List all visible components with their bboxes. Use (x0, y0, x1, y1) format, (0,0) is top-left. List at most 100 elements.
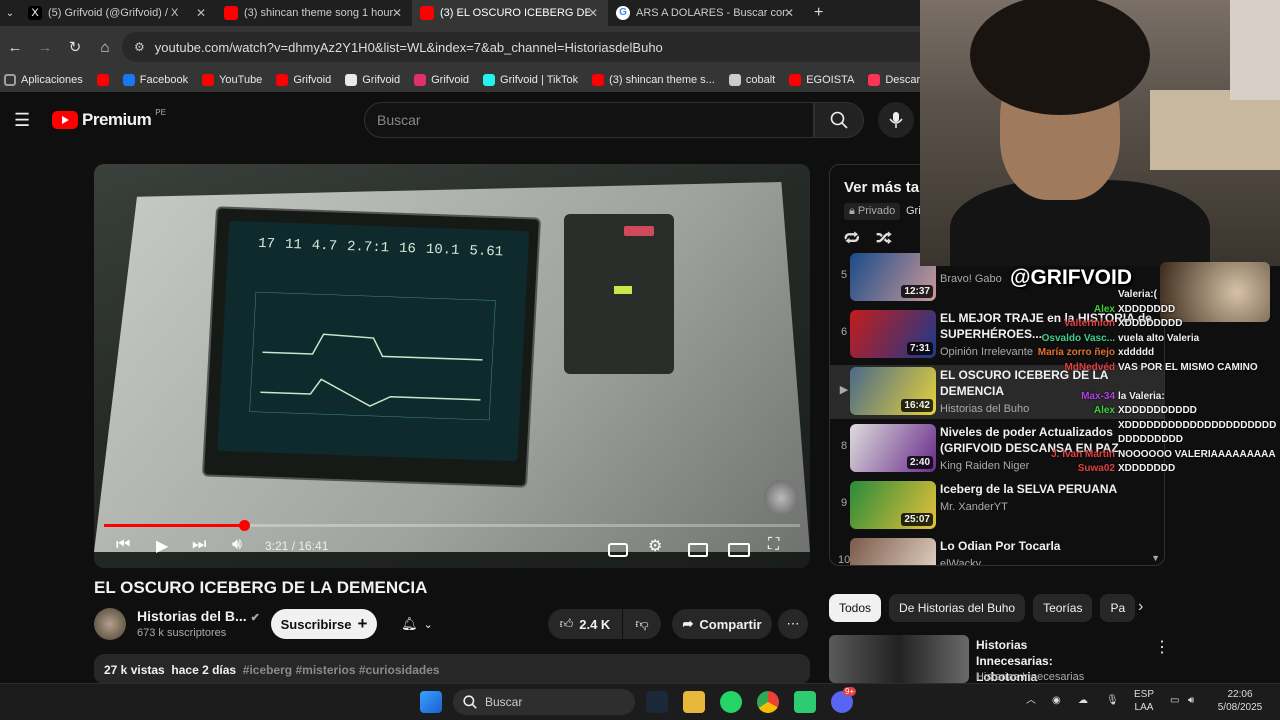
scroll-down-icon[interactable]: ▼ (1151, 553, 1160, 563)
steam-icon[interactable] (646, 691, 668, 713)
theater-mode-icon[interactable] (728, 543, 750, 557)
x-icon: X (28, 6, 42, 20)
shuffle-icon[interactable]: 🔀︎ (876, 227, 892, 250)
description-box[interactable]: 27 k vistas hace 2 días #iceberg #mister… (94, 654, 810, 684)
taskbar-search[interactable]: Buscar (453, 689, 635, 715)
bookmark-item[interactable]: Facebook (122, 74, 188, 86)
voice-search-button[interactable] (878, 102, 914, 138)
browser-tab-3-active[interactable]: (3) EL OSCURO ICEBERG DE LA ✕ (412, 0, 608, 26)
network-icon[interactable]: ▭ (1170, 694, 1179, 707)
filter-chip[interactable]: Todos (829, 594, 882, 622)
previous-icon[interactable]: ⏮ (116, 536, 130, 554)
chevron-right-icon[interactable]: › (1138, 598, 1143, 616)
playlist-item[interactable]: 9 25:07 Iceberg de la SELVA PERUANA Mr. … (830, 479, 1164, 533)
tray-chevron-icon[interactable]: ︿ (1026, 694, 1036, 707)
volume-icon[interactable]: 🔊︎ (232, 536, 242, 554)
app-icon[interactable] (794, 691, 816, 713)
playlist-item-channel: Historias del Buho (940, 403, 1030, 415)
like-button[interactable]: 👍︎ 2.4 K (548, 609, 622, 639)
bookmark-label: Grifvoid (293, 74, 332, 86)
tray-discord-icon[interactable]: ◉ (1052, 694, 1061, 707)
close-icon[interactable]: ✕ (784, 6, 794, 20)
search-button[interactable] (814, 102, 864, 138)
more-actions-button[interactable]: ⋯ (778, 609, 808, 639)
close-icon[interactable]: ✕ (588, 6, 598, 20)
chat-username: Suwa02 (1077, 463, 1115, 474)
bell-icon: 🔔︎ (401, 616, 418, 631)
filter-chip[interactable]: Teorías (1033, 594, 1093, 622)
search-input[interactable]: Buscar (364, 102, 814, 138)
bookmark-item[interactable]: Descar (868, 74, 920, 86)
chat-message: María zorro ñejo xddddd (1032, 346, 1276, 361)
view-count: 27 k vistas (104, 663, 165, 677)
browser-tab-1[interactable]: X (5) Grifvoid (@Grifvoid) / X ✕ (20, 0, 216, 26)
new-tab-button[interactable]: + (804, 4, 833, 22)
hashtags[interactable]: #iceberg #misterios #curiosidades (243, 663, 440, 677)
language-indicator[interactable]: ESP LAA (1134, 688, 1154, 714)
notification-bell-button[interactable]: 🔔︎ ⌄ (388, 609, 446, 639)
close-icon[interactable]: ✕ (196, 6, 206, 20)
tray-mic-icon[interactable]: 🎙︎ (1106, 694, 1119, 707)
channel-name[interactable]: Historias del B... ✔ (137, 608, 260, 624)
site-settings-icon[interactable]: ⚙ (134, 40, 145, 54)
bookmark-item[interactable]: EGOISTA (789, 74, 854, 86)
reload-icon[interactable]: ↻ (60, 38, 90, 56)
recommended-video[interactable]: Historias Innecesarias: Lobotomia Histor… (829, 635, 1269, 684)
chat-username: Valterinion (1063, 318, 1115, 329)
dislike-button[interactable]: 👎︎ (623, 609, 661, 639)
playlist-thumbnail[interactable]: 2:40 (850, 424, 936, 472)
browser-tab-2[interactable]: (3) shincan theme song 1 hour ✕ (216, 0, 412, 26)
search-icon (830, 111, 848, 129)
bookmark-item[interactable]: cobalt (728, 74, 775, 86)
tab-title: (3) shincan theme song 1 hour (244, 7, 394, 19)
bookmark-item[interactable]: Grifvoid (345, 74, 400, 86)
file-explorer-icon[interactable] (683, 691, 705, 713)
bookmark-item[interactable]: (3) shincan theme s... (592, 74, 715, 86)
miniplayer-icon[interactable] (688, 543, 708, 557)
playlist-heading[interactable]: Ver más ta (844, 179, 919, 196)
subscribe-button[interactable]: Suscribirse + (271, 609, 377, 639)
clock[interactable]: 22:06 5/08/2025 (1214, 688, 1266, 714)
chat-username: Alex (1093, 405, 1115, 416)
playlist-controls: 🔁︎ 🔀︎ (844, 227, 892, 250)
playlist-thumbnail[interactable]: 25:07 (850, 481, 936, 529)
progress-bar[interactable] (104, 520, 800, 531)
filter-chip[interactable]: Pa (1100, 594, 1136, 622)
loop-icon[interactable]: 🔁︎ (844, 227, 860, 250)
fullscreen-icon[interactable]: ⛶ (768, 536, 779, 554)
windows-start-icon[interactable] (420, 691, 442, 713)
tab-search-button[interactable]: ⌄ (0, 8, 20, 19)
bookmark-item[interactable]: Grifvoid | TikTok (483, 74, 578, 86)
home-icon[interactable]: ⌂ (90, 39, 120, 56)
next-icon[interactable]: ⏭ (192, 536, 206, 554)
browser-tab-4[interactable]: G ARS A DOLARES - Buscar con G ✕ (608, 0, 804, 26)
share-button[interactable]: ➦ Compartir (672, 609, 772, 639)
speaker-icon[interactable]: 🔊︎ (1188, 694, 1194, 707)
playlist-thumbnail[interactable]: 16:42 (850, 367, 936, 415)
more-vert-icon[interactable]: ⋮ (1154, 637, 1170, 657)
whatsapp-icon[interactable] (720, 691, 742, 713)
playlist-item[interactable]: 10 7:09 Lo Odian Por Tocarla elWacky (830, 536, 1164, 565)
filter-chip[interactable]: De Historias del Buho (889, 594, 1026, 622)
playlist-thumbnail[interactable]: 7:09 (850, 538, 936, 565)
video-player[interactable]: 17 11 4.7 2.7:1 16 10.1 5.61 ⏮ ▶ ⏭ 🔊︎ 3:21 / 1… (94, 164, 810, 568)
settings-icon[interactable]: ⚙ (648, 536, 662, 556)
close-icon[interactable]: ✕ (392, 6, 402, 20)
back-icon[interactable]: ← (0, 39, 30, 56)
tray-cloud-icon[interactable]: ☁ (1078, 694, 1088, 707)
bookmark-item[interactable]: Grifvoid (276, 74, 331, 86)
subtitles-icon[interactable] (608, 543, 628, 557)
channel-avatar[interactable] (94, 608, 126, 640)
forward-icon[interactable]: → (30, 39, 60, 56)
playlist-thumbnail[interactable]: 7:31 (850, 310, 936, 358)
recommended-thumbnail[interactable] (829, 635, 969, 683)
bookmark-item[interactable]: Grifvoid (414, 74, 469, 86)
bookmark-item[interactable]: YouTube (202, 74, 262, 86)
bookmark-item[interactable] (96, 74, 109, 86)
youtube-premium-logo[interactable]: Premium PE (52, 108, 166, 130)
chrome-icon[interactable] (757, 691, 779, 713)
playlist-item-channel: King Raiden Niger (940, 460, 1030, 472)
bookmark-item[interactable]: Aplicaciones (4, 74, 83, 86)
play-icon[interactable]: ▶ (156, 536, 168, 556)
menu-icon[interactable]: ☰ (14, 110, 30, 131)
